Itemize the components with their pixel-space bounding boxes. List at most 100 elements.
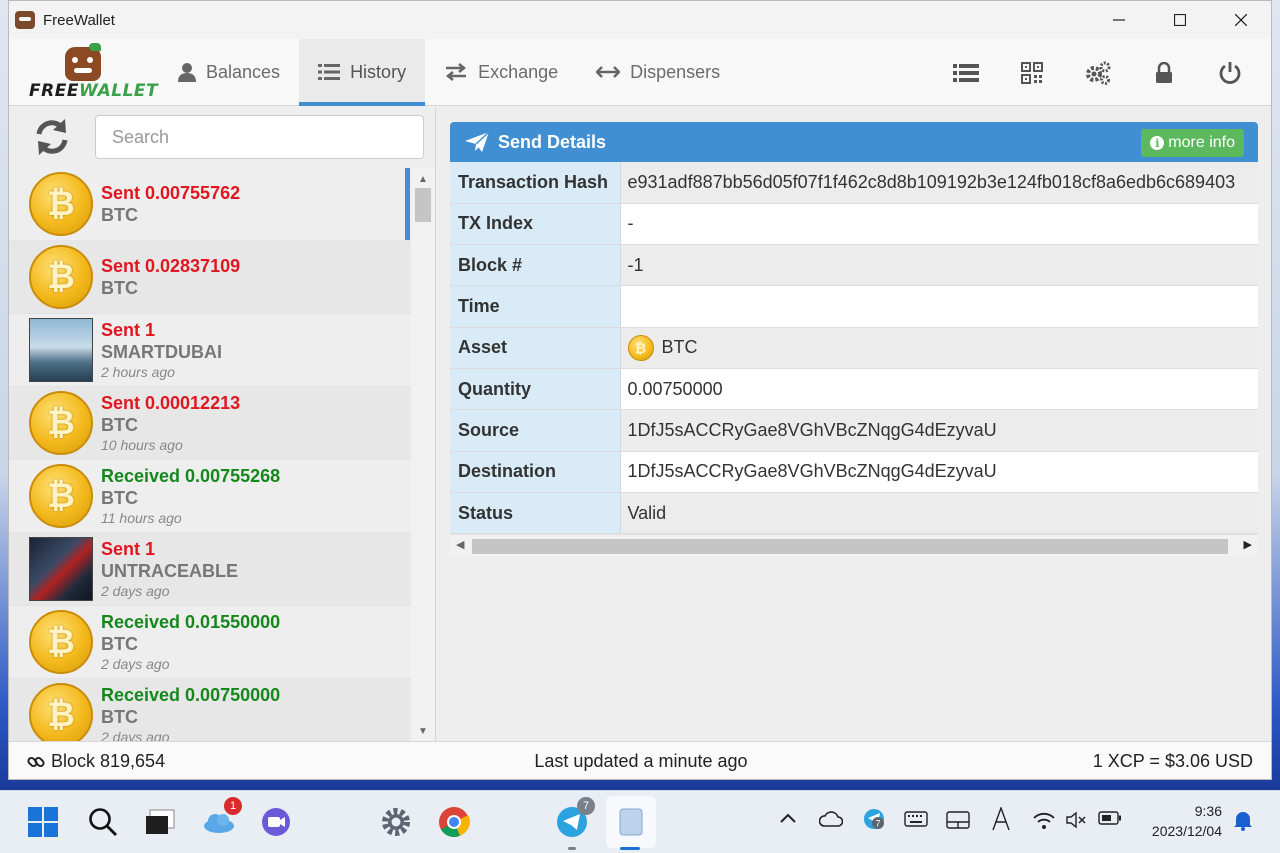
details-value: e931adf887bb56d05f07f1f462c8d8b109192b3e… — [620, 162, 1258, 204]
task-view-button[interactable] — [142, 803, 180, 841]
history-item-amount: Sent 1 — [101, 539, 156, 559]
notification-bell-icon[interactable] — [1233, 809, 1253, 836]
history-scrollbar[interactable]: ▲ ▼ — [411, 168, 435, 741]
bitcoin-coin-icon: ₿ — [29, 683, 93, 741]
qrcode-button[interactable] — [999, 61, 1065, 84]
start-button[interactable] — [24, 803, 62, 841]
freewallet-taskbar-button[interactable] — [612, 803, 650, 841]
close-icon — [1234, 14, 1247, 26]
search-input[interactable] — [95, 115, 424, 159]
details-key: Status — [450, 492, 621, 535]
chrome-button[interactable] — [435, 803, 473, 841]
logo-mascot-icon — [65, 47, 101, 81]
battery-icon[interactable] — [1098, 811, 1122, 830]
history-item-time: 11 hours ago — [101, 510, 182, 526]
scrollbar-thumb[interactable] — [415, 188, 431, 222]
details-row: Destination 1DfJ5sACCRyGae8VGhVBcZNqgG4dE… — [450, 451, 1258, 493]
history-item[interactable]: Sent 1 SMARTDUBAI 2 hours ago — [9, 314, 411, 387]
windows-logo-icon — [28, 807, 58, 837]
history-sidebar: ₿ Sent 0.00755762BTC ₿ Sent 0.02837109BT… — [9, 107, 436, 741]
lock-button[interactable] — [1131, 61, 1197, 84]
refresh-icon — [36, 119, 68, 155]
qrcode-icon — [1021, 61, 1043, 84]
tab-dispensers[interactable]: Dispensers — [577, 39, 739, 105]
asset-image-untraceable — [29, 537, 93, 601]
details-key: Destination — [450, 451, 621, 493]
bitcoin-coin-icon: ₿ — [29, 391, 93, 455]
list-icon — [318, 63, 341, 81]
touchpad-icon[interactable] — [946, 811, 970, 834]
details-key: Source — [450, 409, 621, 452]
telegram-tray-icon[interactable]: 7 — [863, 808, 885, 835]
history-item-asset: BTC — [101, 488, 138, 508]
gears-icon — [1086, 61, 1111, 85]
search-button[interactable] — [84, 803, 122, 841]
horizontal-scrollbar-thumb[interactable] — [472, 539, 1228, 555]
pen-ink-icon[interactable] — [991, 805, 1011, 836]
details-value: - — [620, 203, 1258, 246]
details-key: TX Index — [450, 203, 621, 246]
history-item-amount: Sent 0.00012213 — [101, 393, 241, 413]
keyboard-icon[interactable] — [904, 811, 928, 832]
details-value: 0.00750000 — [620, 368, 1258, 411]
minimize-button[interactable] — [1088, 1, 1149, 39]
panel-header: Send Details i more info — [450, 122, 1258, 162]
app-window: FreeWallet FREEWALLET Balances History E… — [8, 0, 1272, 780]
power-button[interactable] — [1197, 61, 1263, 85]
scroll-down-arrow-icon[interactable]: ▼ — [417, 726, 429, 737]
bitcoin-coin-icon: ₿ — [627, 334, 654, 361]
history-item-amount: Received 0.00750000 — [101, 685, 281, 705]
settings-app-button[interactable] — [377, 803, 415, 841]
settings-button[interactable] — [1065, 61, 1131, 85]
minimize-icon — [1112, 19, 1125, 21]
tab-history[interactable]: History — [299, 39, 426, 106]
history-item[interactable]: ₿ Sent 0.00012213 BTC 10 hours ago — [9, 387, 411, 460]
details-value — [620, 285, 1258, 328]
info-icon: i — [1150, 136, 1165, 150]
history-item-time: 2 hours ago — [101, 364, 175, 380]
app-window-icon — [619, 808, 643, 836]
scroll-up-arrow-icon[interactable]: ▲ — [417, 174, 429, 185]
scroll-left-arrow-icon[interactable]: ◀ — [456, 538, 464, 551]
notification-badge: 7 — [577, 797, 595, 815]
list-view-button[interactable] — [933, 63, 999, 83]
volume-muted-icon[interactable] — [1066, 811, 1088, 834]
logo-leaf-icon — [89, 43, 101, 51]
details-horizontal-scrollbar[interactable]: ◀ ▶ — [450, 534, 1258, 557]
toolbar-icons — [933, 39, 1263, 106]
maximize-button[interactable] — [1149, 1, 1210, 39]
telegram-button[interactable]: 7 — [553, 797, 595, 841]
scroll-right-arrow-icon[interactable]: ▶ — [1244, 538, 1252, 551]
paper-plane-icon — [464, 131, 490, 153]
details-row: Status Valid — [450, 492, 1258, 535]
close-button[interactable] — [1210, 1, 1271, 39]
weather-widget-button[interactable]: 1 — [200, 797, 242, 841]
running-indicator — [568, 847, 576, 850]
history-item[interactable]: ₿ Received 0.00755268 BTC 11 hours ago — [9, 460, 411, 533]
wifi-icon[interactable] — [1032, 811, 1056, 834]
more-info-button[interactable]: i more info — [1141, 129, 1244, 157]
history-item-asset: BTC — [101, 707, 138, 727]
tab-exchange[interactable]: Exchange — [425, 39, 577, 105]
refresh-button[interactable] — [9, 117, 95, 157]
history-item[interactable]: ₿ Sent 0.02837109 BTC — [9, 241, 411, 314]
history-item[interactable]: ₿ Sent 0.00755762 BTC — [9, 168, 411, 241]
bitcoin-coin-icon: ₿ — [29, 464, 93, 528]
history-item[interactable]: Sent 1 UNTRACEABLE 2 days ago — [9, 533, 411, 606]
history-item[interactable]: ₿ Received 0.00750000 BTC 2 days ago — [9, 679, 411, 741]
xcp-price-label: 1 XCP = $3.06 USD — [1092, 751, 1253, 771]
onedrive-cloud-icon[interactable] — [818, 811, 844, 832]
search-icon — [89, 808, 117, 836]
tab-balances[interactable]: Balances — [159, 39, 299, 105]
details-value: 1DfJ5sACCRyGae8VGhVBcZNqgG4dEzyvaU — [620, 409, 1258, 452]
left-right-arrow-icon — [596, 66, 621, 78]
nav-tabs: Balances History Exchange Dispensers — [159, 39, 739, 106]
history-item-amount: Received 0.01550000 — [101, 612, 281, 632]
details-row: TX Index - — [450, 203, 1258, 246]
details-key: Block # — [450, 244, 621, 287]
history-item[interactable]: ₿ Received 0.01550000 BTC 2 days ago — [9, 606, 411, 679]
system-clock[interactable]: 9:36 2023/12/04 — [1152, 801, 1222, 841]
chevron-up-icon[interactable] — [780, 811, 796, 829]
teams-button[interactable] — [258, 803, 296, 841]
freewallet-logo[interactable]: FREEWALLET — [9, 39, 159, 105]
